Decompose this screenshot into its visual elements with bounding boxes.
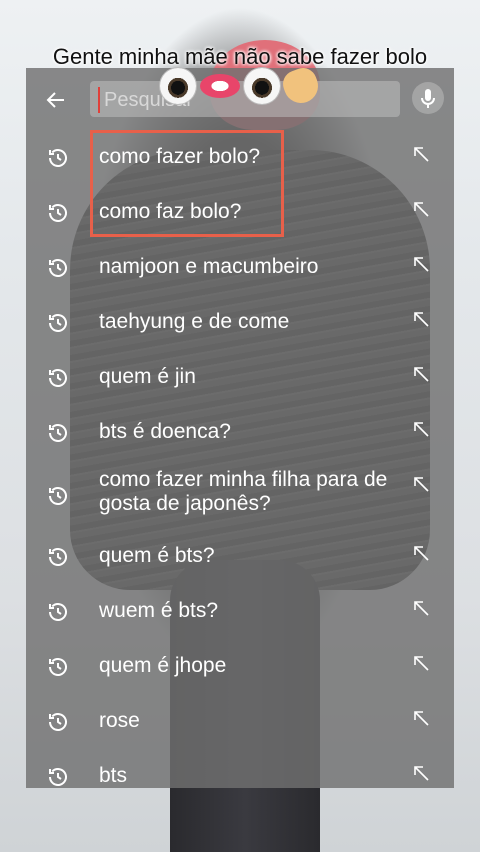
- arrow-up-left-icon[interactable]: [412, 420, 430, 438]
- history-clock-icon: [49, 369, 67, 387]
- history-clock-icon: [49, 603, 67, 621]
- history-clock-icon: [49, 204, 67, 222]
- eye-emoji-icon: [244, 68, 280, 104]
- video-caption: Gente minha mãe não sabe fazer bolo: [52, 44, 428, 69]
- history-item[interactable]: bts é doenca?: [26, 405, 454, 460]
- arrow-up-left-icon[interactable]: [412, 145, 430, 163]
- pointing-hand-emoji-icon: [279, 64, 323, 108]
- arrow-up-left-icon[interactable]: [412, 544, 430, 562]
- history-item-label: taehyung e de come: [99, 310, 290, 333]
- history-clock-icon: [49, 149, 67, 167]
- emoji-row: [160, 64, 323, 108]
- history-clock-icon: [49, 487, 67, 505]
- arrow-up-left-icon[interactable]: [412, 475, 430, 493]
- history-item-label: bts: [99, 764, 128, 787]
- arrow-up-left-icon[interactable]: [412, 654, 430, 672]
- history-clock-icon: [49, 314, 67, 332]
- history-item-label: quem é jin: [99, 365, 196, 388]
- arrow-up-left-icon[interactable]: [412, 764, 430, 782]
- history-item-label: wuem é bts?: [99, 599, 219, 622]
- history-item-label: quem é jhope: [99, 654, 227, 677]
- history-item[interactable]: wuem é bts?: [26, 584, 454, 639]
- history-item[interactable]: quem é jhope: [26, 639, 454, 694]
- eye-emoji-icon: [160, 68, 196, 104]
- history-item[interactable]: quem é jin: [26, 350, 454, 405]
- arrow-up-left-icon[interactable]: [412, 709, 430, 727]
- history-clock-icon: [49, 424, 67, 442]
- history-item[interactable]: como fazer minha filha para de gosta de …: [26, 460, 454, 529]
- history-clock-icon: [49, 658, 67, 676]
- history-item-label: como fazer minha filha para de gosta de …: [99, 468, 388, 515]
- arrow-up-left-icon[interactable]: [412, 365, 430, 383]
- history-clock-icon: [49, 548, 67, 566]
- arrow-up-left-icon[interactable]: [412, 200, 430, 218]
- microphone-icon: [421, 89, 435, 108]
- history-item-label: quem é bts?: [99, 544, 215, 567]
- arrow-up-left-icon[interactable]: [412, 310, 430, 328]
- mic-button[interactable]: [412, 82, 444, 114]
- arrow-up-left-icon[interactable]: [412, 599, 430, 617]
- history-item[interactable]: rose: [26, 694, 454, 749]
- history-item[interactable]: namjoon e macumbeiro: [26, 240, 454, 295]
- lips-emoji-icon: [200, 74, 240, 98]
- history-item-label: rose: [99, 709, 140, 732]
- history-item[interactable]: taehyung e de come: [26, 295, 454, 350]
- history-item[interactable]: bts: [26, 749, 454, 804]
- history-clock-icon: [49, 768, 67, 786]
- history-item-label: bts é doenca?: [99, 420, 231, 443]
- history-item-label: namjoon e macumbeiro: [99, 255, 319, 278]
- history-clock-icon: [49, 713, 67, 731]
- history-clock-icon: [49, 259, 67, 277]
- highlight-box: [90, 130, 284, 237]
- arrow-up-left-icon[interactable]: [412, 255, 430, 273]
- back-arrow-icon[interactable]: [44, 88, 68, 112]
- history-item[interactable]: quem é bts?: [26, 529, 454, 584]
